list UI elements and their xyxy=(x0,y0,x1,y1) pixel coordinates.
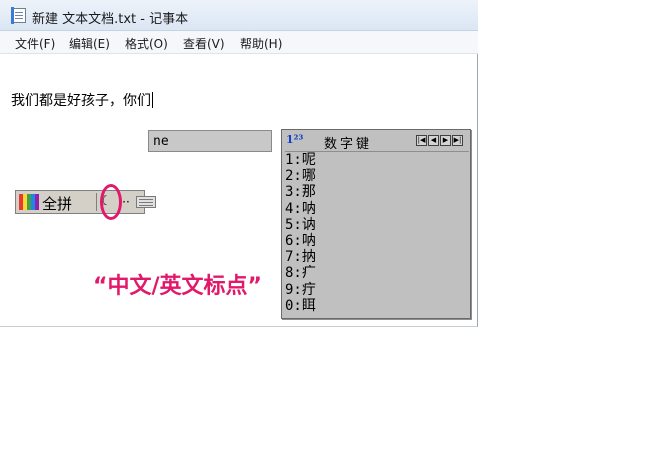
candidate-item[interactable]: 2:哪 xyxy=(285,168,469,184)
menu-view[interactable]: 查看(V) xyxy=(183,35,225,52)
soft-keyboard-icon[interactable] xyxy=(136,196,156,208)
text-caret xyxy=(152,92,153,108)
ime-candidate-window: 1²³ 数字键 |◀ ◀ ▶ ▶| 1:呢 2:哪 3:那 4:呐 5:讷 6:… xyxy=(281,129,471,319)
notepad-icon xyxy=(11,7,26,24)
prev-page-button[interactable]: ◀ xyxy=(428,135,439,146)
editor-text: 我们都是好孩子，你们 xyxy=(11,93,151,109)
menu-file[interactable]: 文件(F) xyxy=(15,35,55,52)
candidate-item[interactable]: 9:疔 xyxy=(285,282,469,298)
menu-bar: 文件(F) 编辑(E) 格式(O) 查看(V) 帮助(H) xyxy=(0,31,478,54)
candidate-header: 1²³ 数字键 |◀ ◀ ▶ ▶| xyxy=(282,130,470,152)
candidate-item[interactable]: 0:眲 xyxy=(285,298,469,314)
menu-edit[interactable]: 编辑(E) xyxy=(69,35,110,52)
text-editor[interactable]: 我们都是好孩子，你们 xyxy=(11,90,153,110)
separator xyxy=(96,193,97,211)
ime-status-bar: 全拼 ☾ ·· xyxy=(15,190,156,214)
menu-format[interactable]: 格式(O) xyxy=(125,35,168,52)
candidate-item[interactable]: 5:讷 xyxy=(285,217,469,233)
composition-text: ne xyxy=(153,134,169,149)
candidate-item[interactable]: 4:呐 xyxy=(285,201,469,217)
menu-help[interactable]: 帮助(H) xyxy=(240,35,282,52)
candidate-title: 数字键 xyxy=(324,137,373,152)
next-page-button[interactable]: ▶ xyxy=(440,135,451,146)
candidate-item[interactable]: 7:抐 xyxy=(285,249,469,265)
annotation-caption: “中文/英文标点” xyxy=(93,274,262,299)
highlight-circle xyxy=(100,184,122,220)
candidate-item[interactable]: 3:那 xyxy=(285,184,469,200)
candidate-item[interactable]: 6:呐 xyxy=(285,233,469,249)
ime-composition-window: ne xyxy=(148,130,272,152)
candidate-item[interactable]: 1:呢 xyxy=(285,152,469,168)
number-keys-icon: 1²³ xyxy=(286,133,304,146)
title-bar[interactable]: 新建 文本文档.txt - 记事本 xyxy=(0,0,478,31)
candidate-list: 1:呢 2:哪 3:那 4:呐 5:讷 6:呐 7:抐 8:疒 9:疔 0:眲 xyxy=(285,151,469,316)
input-mode-button[interactable]: 全拼 xyxy=(42,193,72,214)
last-page-button[interactable]: ▶| xyxy=(452,135,463,146)
ime-logo-icon[interactable] xyxy=(19,194,39,210)
window-title: 新建 文本文档.txt - 记事本 xyxy=(32,12,189,27)
first-page-button[interactable]: |◀ xyxy=(416,135,427,146)
candidate-item[interactable]: 8:疒 xyxy=(285,265,469,281)
